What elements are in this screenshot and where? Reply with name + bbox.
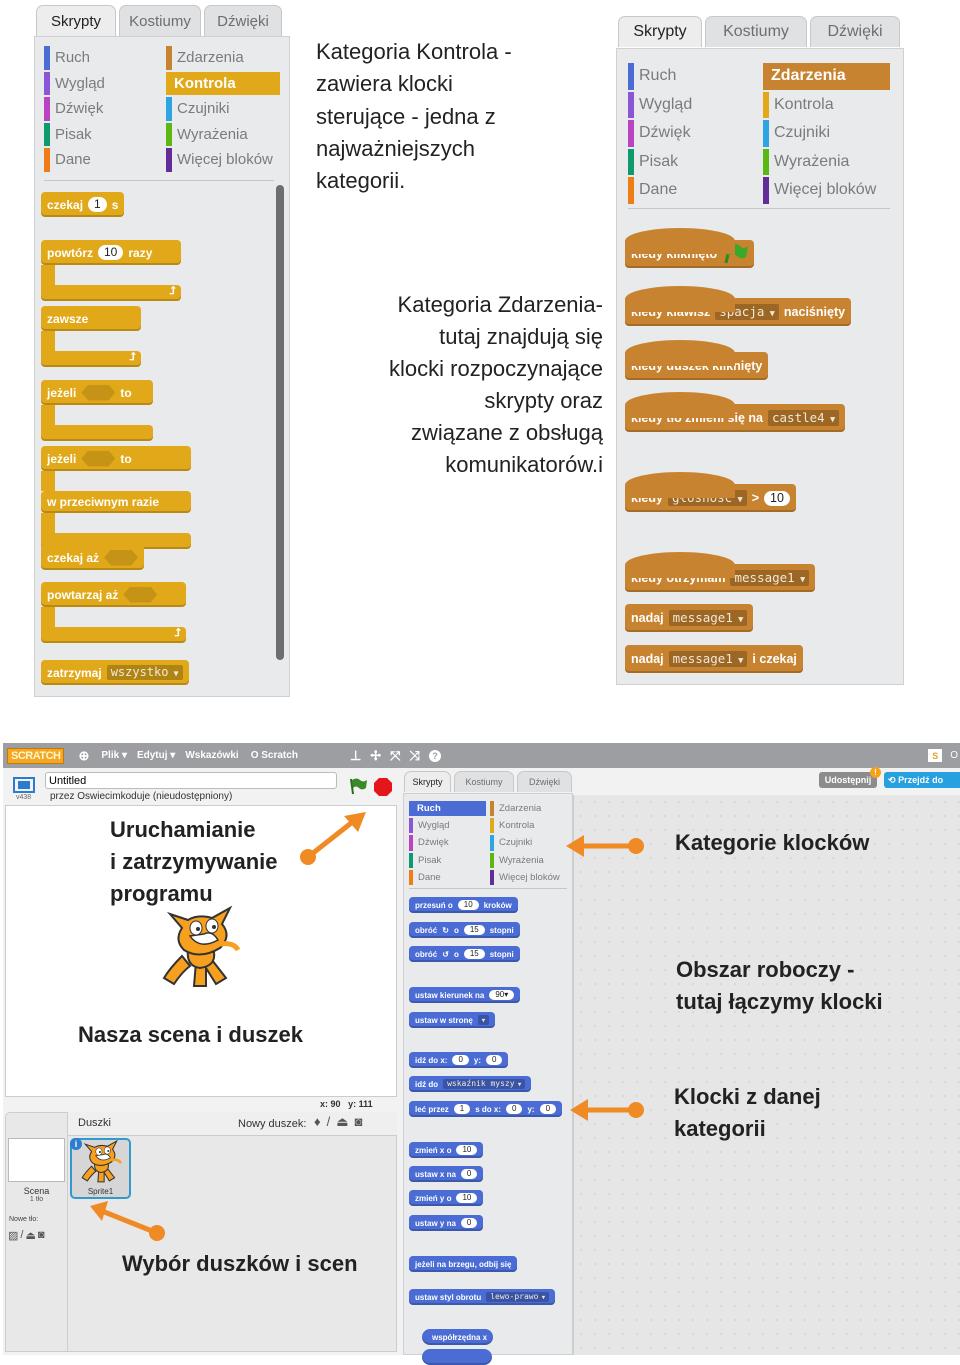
arrow-to-blocks-icon xyxy=(570,1099,644,1121)
arrow-to-flag-icon xyxy=(300,812,366,865)
annotation-arrows xyxy=(90,812,644,1241)
arrow-to-categories-icon xyxy=(566,835,644,857)
arrow-to-sprite-icon xyxy=(90,1201,165,1241)
